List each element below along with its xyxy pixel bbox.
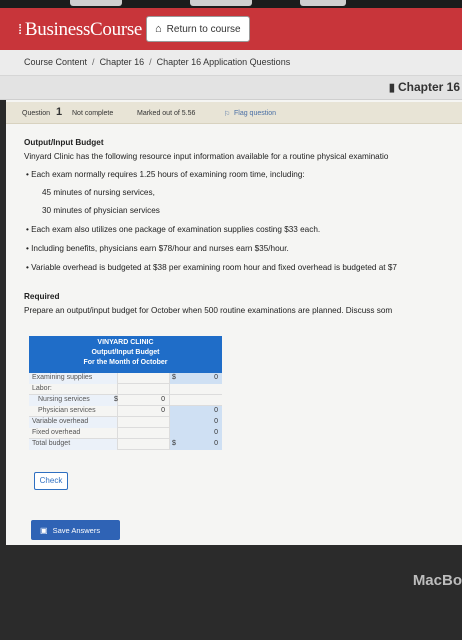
dollar-sign: $ [114,396,118,403]
question-marks: Marked out of 5.56 [137,110,196,117]
bullet-wages: • Including benefits, physicians earn $7… [26,244,289,253]
table-row: Fixed overhead 0 [29,428,222,439]
row-label: Labor: [32,385,52,392]
save-answers-button[interactable]: ▣ Save Answers [31,520,120,540]
empty-cell [117,384,169,395]
sub-nursing: 45 minutes of nursing services, [42,188,155,197]
chapter-label[interactable]: ▮ Chapter 16 [389,80,460,94]
problem-intro: Vinyard Clinic has the following resourc… [24,152,389,161]
flag-icon[interactable]: ⚐ [224,110,230,118]
dollar-sign: $ [172,374,176,381]
breadcrumb-separator: / [92,57,95,67]
table-row: Total budget $ 0 [29,439,222,450]
breadcrumb-application-questions[interactable]: Chapter 16 Application Questions [157,57,291,67]
cell-value: 0 [214,440,218,447]
window-tab [190,0,252,6]
budget-table-header: VINYARD CLINIC Output/Input Budget For t… [29,336,222,373]
bullet-supplies: • Each exam also utilizes one package of… [26,225,321,234]
cell-value: 0 [214,407,218,414]
question-page: Question 1 Not complete Marked out of 5.… [6,100,462,545]
bullet-overhead: • Variable overhead is budgeted at $38 p… [26,263,397,272]
nursing-input[interactable]: $ 0 [114,395,169,406]
empty-cell [117,417,169,428]
sub-physician: 30 minutes of physician services [42,206,160,215]
question-info-bar: Question 1 Not complete Marked out of 5.… [6,102,462,124]
save-icon: ▣ [40,525,48,535]
brand-mark-icon: ⁞ [18,21,22,38]
bullet-exam-time: • Each exam normally requires 1.25 hours… [26,170,305,179]
return-to-course-button[interactable]: ⌂ Return to course [146,16,250,42]
site-header: ⁞ BusinessCourse ⌂ Return to course [0,8,462,50]
labor-total-input[interactable]: 0 [169,406,222,417]
flag-question-link[interactable]: Flag question [234,110,276,117]
laptop-bezel [0,545,462,640]
empty-cell [169,395,222,406]
window-tab [300,0,346,6]
cell-value: 0 [161,407,165,414]
empty-cell [117,373,169,384]
cell-value: 0 [214,374,218,381]
brand-name: BusinessCourse [24,19,143,40]
breadcrumb-course-content[interactable]: Course Content [24,57,87,67]
device-label: MacBo [412,572,462,589]
cell-value: 0 [214,429,218,436]
budget-table: VINYARD CLINIC Output/Input Budget For t… [29,336,222,450]
row-label: Total budget [32,440,71,447]
budget-title: Output/Input Budget [91,349,160,356]
total-budget-input[interactable]: $ 0 [169,439,222,450]
question-number: 1 [56,106,63,118]
dollar-sign: $ [172,440,176,447]
problem-title: Output/Input Budget [24,138,104,147]
breadcrumb: Course Content / Chapter 16 / Chapter 16 App… [0,50,462,76]
row-label: Examining supplies [32,374,93,381]
breadcrumb-chapter[interactable]: Chapter 16 [100,57,145,67]
chapter-bar: ▮ Chapter 16 [0,76,462,100]
save-label: Save Answers [52,525,101,535]
table-row: Physician services 0 0 [29,406,222,417]
empty-cell [117,439,169,450]
physician-input[interactable]: 0 [117,406,169,417]
variable-overhead-input[interactable]: 0 [169,417,222,428]
check-button[interactable]: Check [34,472,68,490]
supplies-input[interactable]: $ 0 [169,373,222,384]
table-row: Examining supplies $ 0 [29,373,222,384]
table-row: Nursing services $ 0 [29,395,222,406]
fixed-overhead-input[interactable]: 0 [169,428,222,439]
table-row: Variable overhead 0 [29,417,222,428]
budget-company: VINYARD CLINIC [97,339,154,346]
book-icon: ▮ [388,81,395,94]
empty-cell [169,384,222,395]
home-icon: ⌂ [155,23,162,35]
row-label: Physician services [38,407,96,414]
cell-value: 0 [161,396,165,403]
row-label: Nursing services [38,396,90,403]
row-label: Fixed overhead [32,429,81,436]
question-prefix: Question [22,110,51,117]
return-label: Return to course [166,23,241,35]
empty-cell [117,428,169,439]
top-strip [0,0,462,8]
row-label: Variable overhead [32,418,89,425]
breadcrumb-separator: / [149,57,152,67]
brand-logo[interactable]: ⁞ BusinessCourse [18,19,142,41]
table-row: Labor: [29,384,222,395]
budget-period: For the Month of October [83,359,168,366]
question-status: Not complete [72,110,114,117]
required-text: Prepare an output/input budget for Octob… [24,306,393,315]
required-heading: Required [24,292,60,301]
cell-value: 0 [214,418,218,425]
chapter-title: Chapter 16 [397,80,460,94]
window-tab [70,0,122,6]
